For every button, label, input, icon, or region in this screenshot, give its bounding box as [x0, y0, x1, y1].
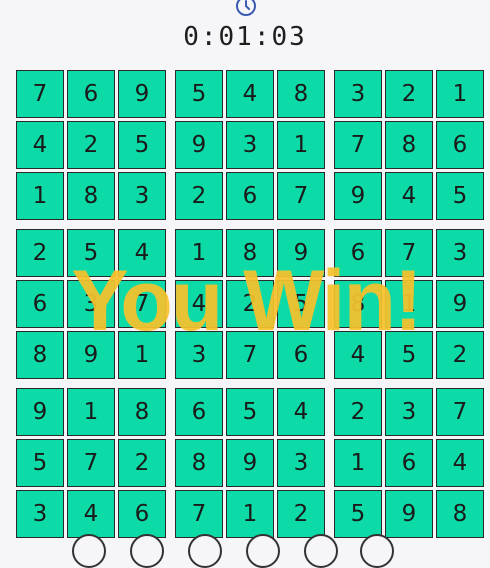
sudoku-cell[interactable]: 4	[118, 229, 166, 277]
sudoku-cell[interactable]: 3	[16, 490, 64, 538]
sudoku-cell[interactable]: 8	[436, 490, 484, 538]
sudoku-cell[interactable]: 9	[436, 280, 484, 328]
sudoku-cell[interactable]: 6	[226, 172, 274, 220]
sudoku-cell[interactable]: 8	[385, 121, 433, 169]
sudoku-cell[interactable]: 6	[277, 331, 325, 379]
sudoku-cell[interactable]: 4	[16, 121, 64, 169]
sudoku-cell[interactable]: 7	[334, 121, 382, 169]
sudoku-cell[interactable]: 6	[118, 490, 166, 538]
sudoku-cell[interactable]: 9	[16, 388, 64, 436]
sudoku-cell[interactable]: 7	[385, 229, 433, 277]
sudoku-cell[interactable]: 1	[334, 439, 382, 487]
sudoku-box: 654 893 712	[175, 388, 325, 538]
sudoku-cell[interactable]: 6	[175, 388, 223, 436]
sudoku-cell[interactable]: 5	[334, 490, 382, 538]
sudoku-box: 189 425 376	[175, 229, 325, 379]
sudoku-cell[interactable]: 7	[16, 70, 64, 118]
sudoku-cell[interactable]: 4	[67, 490, 115, 538]
sudoku-cell[interactable]: 2	[436, 331, 484, 379]
sudoku-cell[interactable]: 1	[226, 490, 274, 538]
sudoku-cell[interactable]: 9	[67, 331, 115, 379]
sudoku-cell[interactable]: 7	[436, 388, 484, 436]
sudoku-cell[interactable]: 5	[118, 121, 166, 169]
number-pad-button[interactable]	[130, 534, 164, 568]
number-pad-button[interactable]	[188, 534, 222, 568]
sudoku-cell[interactable]: 3	[226, 121, 274, 169]
sudoku-cell[interactable]: 6	[385, 439, 433, 487]
sudoku-cell[interactable]: 3	[175, 331, 223, 379]
sudoku-cell[interactable]: 4	[175, 280, 223, 328]
number-pad-button[interactable]	[360, 534, 394, 568]
sudoku-cell[interactable]: 6	[334, 229, 382, 277]
sudoku-cell[interactable]: 4	[385, 172, 433, 220]
sudoku-cell[interactable]: 9	[334, 172, 382, 220]
sudoku-cell[interactable]: 4	[334, 331, 382, 379]
game-timer: 0:01:03	[183, 22, 307, 52]
sudoku-cell[interactable]: 8	[226, 229, 274, 277]
sudoku-cell[interactable]: 3	[277, 439, 325, 487]
sudoku-cell[interactable]: 5	[175, 70, 223, 118]
sudoku-cell[interactable]: 5	[436, 172, 484, 220]
sudoku-cell[interactable]: 3	[436, 229, 484, 277]
sudoku-cell[interactable]: 2	[277, 490, 325, 538]
sudoku-cell[interactable]: 6	[16, 280, 64, 328]
sudoku-cell[interactable]: 1	[118, 331, 166, 379]
sudoku-cell[interactable]: 8	[277, 70, 325, 118]
sudoku-cell[interactable]: 1	[175, 229, 223, 277]
sudoku-cell[interactable]: 3	[334, 70, 382, 118]
sudoku-box: 548 931 267	[175, 70, 325, 220]
sudoku-cell[interactable]: 1	[16, 172, 64, 220]
sudoku-cell[interactable]: 8	[67, 172, 115, 220]
sudoku-cell[interactable]: 1	[277, 121, 325, 169]
sudoku-cell[interactable]: 9	[277, 229, 325, 277]
sudoku-cell[interactable]: 9	[175, 121, 223, 169]
sudoku-box: 918 572 346	[16, 388, 166, 538]
number-pad-button[interactable]	[246, 534, 280, 568]
sudoku-cell[interactable]: 2	[226, 280, 274, 328]
number-pad-button[interactable]	[304, 534, 338, 568]
sudoku-cell[interactable]: 5	[67, 229, 115, 277]
sudoku-cell[interactable]: 5	[226, 388, 274, 436]
sudoku-cell[interactable]: 5	[385, 331, 433, 379]
sudoku-box: 769 425 183	[16, 70, 166, 220]
sudoku-cell[interactable]: 1	[385, 280, 433, 328]
sudoku-cell[interactable]: 7	[118, 280, 166, 328]
sudoku-cell[interactable]: 9	[226, 439, 274, 487]
sudoku-cell[interactable]: 7	[175, 490, 223, 538]
sudoku-cell[interactable]: 1	[436, 70, 484, 118]
sudoku-cell[interactable]: 6	[436, 121, 484, 169]
sudoku-box: 237 164 598	[334, 388, 484, 538]
sudoku-cell[interactable]: 6	[67, 70, 115, 118]
clock-icon	[236, 0, 256, 16]
sudoku-cell[interactable]: 5	[277, 280, 325, 328]
sudoku-cell[interactable]: 7	[67, 439, 115, 487]
sudoku-cell[interactable]: 3	[385, 388, 433, 436]
sudoku-box: 321 786 945	[334, 70, 484, 220]
sudoku-cell[interactable]: 2	[385, 70, 433, 118]
sudoku-cell[interactable]: 2	[16, 229, 64, 277]
sudoku-cell[interactable]: 9	[118, 70, 166, 118]
sudoku-cell[interactable]: 7	[226, 331, 274, 379]
sudoku-box: 673 819 452	[334, 229, 484, 379]
sudoku-cell[interactable]: 4	[436, 439, 484, 487]
sudoku-cell[interactable]: 5	[16, 439, 64, 487]
number-pad	[0, 532, 490, 568]
sudoku-cell[interactable]: 8	[175, 439, 223, 487]
sudoku-cell[interactable]: 2	[334, 388, 382, 436]
sudoku-box: 254 637 891	[16, 229, 166, 379]
sudoku-cell[interactable]: 2	[67, 121, 115, 169]
sudoku-cell[interactable]: 9	[385, 490, 433, 538]
number-pad-button[interactable]	[72, 534, 106, 568]
sudoku-cell[interactable]: 8	[118, 388, 166, 436]
sudoku-cell[interactable]: 2	[175, 172, 223, 220]
sudoku-cell[interactable]: 1	[67, 388, 115, 436]
sudoku-cell[interactable]: 3	[118, 172, 166, 220]
sudoku-cell[interactable]: 8	[16, 331, 64, 379]
sudoku-cell[interactable]: 8	[334, 280, 382, 328]
sudoku-cell[interactable]: 7	[277, 172, 325, 220]
sudoku-cell[interactable]: 3	[67, 280, 115, 328]
sudoku-cell[interactable]: 4	[277, 388, 325, 436]
sudoku-cell[interactable]: 4	[226, 70, 274, 118]
sudoku-cell[interactable]: 2	[118, 439, 166, 487]
